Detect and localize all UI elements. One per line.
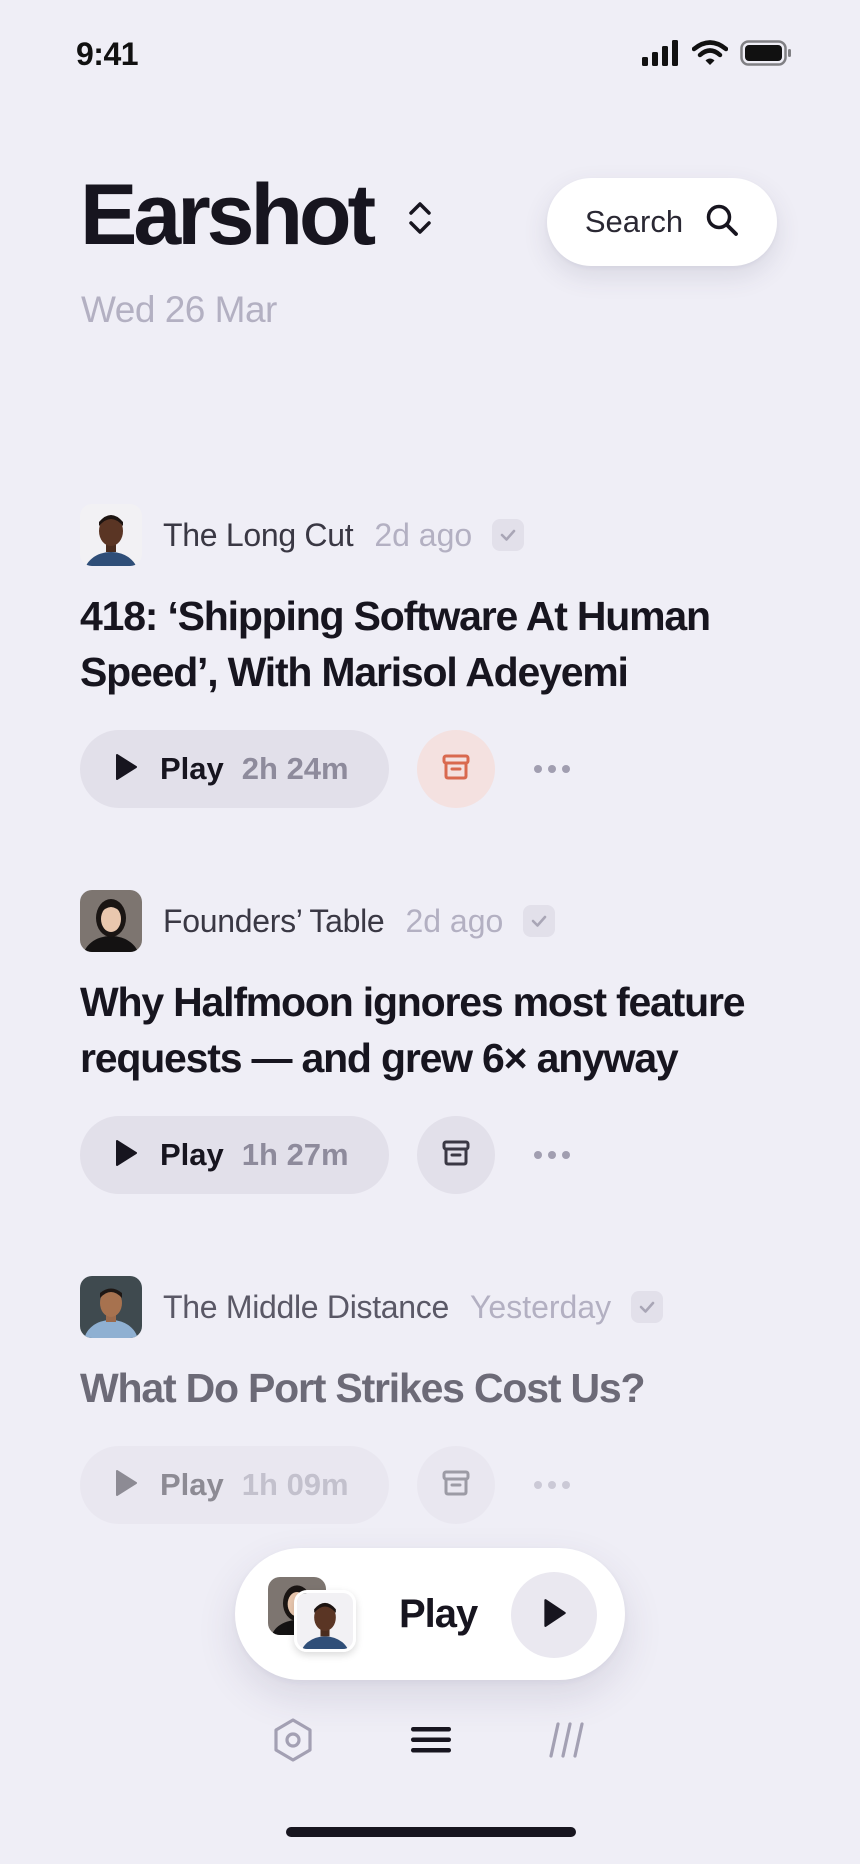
episode-age: Yesterday (470, 1288, 612, 1325)
menu-icon (409, 1725, 453, 1760)
archive-icon (441, 752, 471, 787)
episode-title[interactable]: 418: ‘Shipping Software At Human Speed’,… (80, 588, 780, 700)
dot (561, 765, 570, 773)
dot (547, 765, 556, 773)
play-icon (541, 1598, 567, 1633)
dot (561, 1481, 570, 1489)
play-icon (114, 753, 138, 786)
play-icon (114, 1469, 138, 1502)
now-playing-bar[interactable]: Play (235, 1548, 625, 1680)
library-icon (548, 1720, 588, 1765)
date-subtitle: Wed 26 Mar (81, 289, 277, 330)
episode-meta: The Middle Distance Yesterday (80, 1276, 780, 1338)
show-name[interactable]: The Long Cut (163, 517, 354, 554)
signal-icon (642, 40, 680, 66)
dot (547, 1151, 556, 1159)
app-screen: 9:41 Earshot Wed 26 Mar Search The Long … (0, 0, 860, 1864)
show-avatar (80, 504, 142, 566)
dot (547, 1481, 556, 1489)
tab-feed[interactable] (403, 1716, 459, 1768)
dot (533, 765, 542, 773)
episode-meta: The Long Cut 2d ago (80, 504, 780, 566)
show-avatar (80, 890, 142, 952)
show-avatar (80, 1276, 142, 1338)
episode-controls: Play 1h 09m (80, 1446, 780, 1524)
show-name[interactable]: The Middle Distance (163, 1289, 449, 1326)
search-button[interactable]: Search (547, 178, 777, 266)
status-time: 9:41 (76, 36, 139, 72)
play-button[interactable]: Play 2h 24m (80, 730, 389, 808)
more-options-button[interactable] (527, 1135, 577, 1175)
play-label: Play (160, 1467, 224, 1502)
search-icon (705, 203, 739, 242)
show-name[interactable]: Founders’ Table (163, 903, 385, 940)
battery-icon (740, 40, 792, 66)
archive-button[interactable] (416, 1446, 495, 1524)
episode-item[interactable]: The Long Cut 2d ago 418: ‘Shipping Softw… (80, 504, 780, 808)
episode-controls: Play 2h 24m (80, 730, 780, 808)
check-icon[interactable] (631, 1291, 664, 1323)
archive-button[interactable] (416, 730, 495, 808)
home-indicator[interactable] (286, 1827, 576, 1837)
more-options-button[interactable] (527, 749, 577, 789)
tab-library[interactable] (540, 1716, 596, 1768)
episode-duration: 1h 27m (241, 1137, 349, 1172)
now-playing-avatar (294, 1590, 356, 1652)
play-label: Play (160, 751, 224, 786)
play-button[interactable]: Play 1h 09m (80, 1446, 389, 1524)
search-label: Search (584, 204, 684, 239)
archive-icon (441, 1468, 471, 1503)
episode-duration: 1h 09m (241, 1467, 349, 1502)
play-button[interactable]: Play 1h 27m (80, 1116, 389, 1194)
play-label: Play (160, 1137, 224, 1172)
dot (533, 1481, 542, 1489)
episode-item[interactable]: The Middle Distance Yesterday What Do Po… (80, 1276, 780, 1524)
now-playing-play-button[interactable] (511, 1572, 597, 1658)
episode-title[interactable]: What Do Port Strikes Cost Us? (80, 1360, 780, 1416)
dot (561, 1151, 570, 1159)
episode-controls: Play 1h 27m (80, 1116, 780, 1194)
play-icon (114, 1139, 138, 1172)
episode-duration: 2h 24m (241, 751, 349, 786)
more-options-button[interactable] (527, 1465, 577, 1505)
archive-icon (441, 1138, 471, 1173)
episode-title[interactable]: Why Halfmoon ignores most feature reques… (80, 974, 780, 1086)
wifi-icon (692, 40, 728, 66)
hexagon-icon (271, 1717, 315, 1768)
episode-meta: Founders’ Table 2d ago (80, 890, 780, 952)
episode-item[interactable]: Founders’ Table 2d ago Why Halfmoon igno… (80, 890, 780, 1194)
app-title[interactable]: Earshot (80, 172, 376, 258)
check-icon[interactable] (523, 905, 556, 937)
dot (533, 1151, 542, 1159)
tab-discover[interactable] (265, 1716, 321, 1768)
status-icons (642, 40, 792, 66)
episode-age: 2d ago (374, 516, 473, 553)
archive-button[interactable] (416, 1116, 495, 1194)
chevron-up-down-icon[interactable] (406, 198, 434, 243)
episode-age: 2d ago (405, 902, 504, 939)
check-icon[interactable] (492, 519, 525, 551)
now-playing-label: Play (399, 1592, 478, 1636)
